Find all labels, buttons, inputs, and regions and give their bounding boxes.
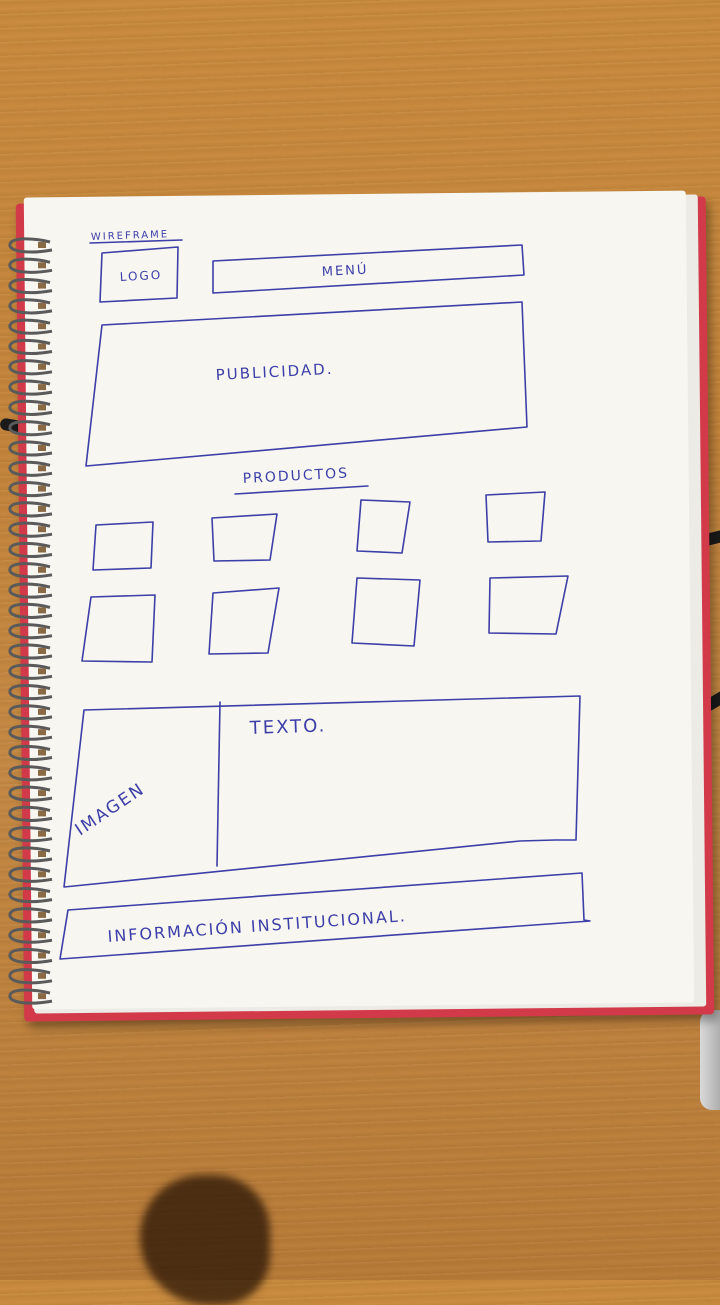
product-box [351, 577, 421, 647]
logo-label: LOGO [119, 268, 162, 284]
image-divider [216, 701, 221, 867]
product-box [485, 491, 546, 543]
products-underline [234, 485, 369, 495]
product-box [488, 575, 569, 635]
image-label: IMAGEN [72, 779, 149, 840]
banner-box [85, 301, 528, 467]
footer-label: INFORMACIÓN INSTITUCIONAL. [107, 906, 407, 946]
text-label: TEXTO. [248, 715, 326, 739]
product-box [211, 513, 278, 562]
product-box [81, 594, 156, 663]
wireframe-sketch: WIREFRAME LOGO MENÚ PUBLICIDAD. PRODUCTO… [59, 229, 591, 960]
banner-label: PUBLICIDAD. [215, 360, 334, 384]
product-box [208, 587, 280, 655]
products-heading: PRODUCTOS [242, 465, 349, 487]
menu-box [212, 244, 525, 294]
product-box [92, 521, 154, 571]
product-box [356, 499, 411, 554]
menu-label: MENÚ [321, 262, 368, 280]
